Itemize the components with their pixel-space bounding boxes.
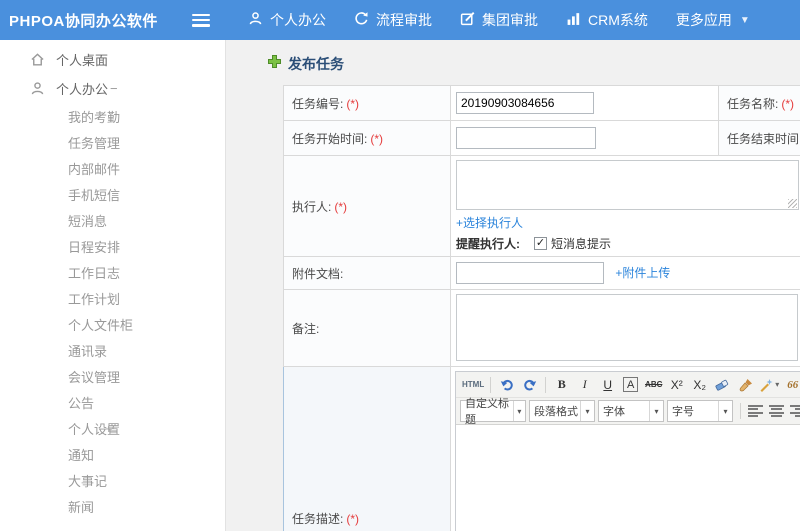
html-source-button[interactable]: HTML: [461, 375, 485, 395]
bold-button[interactable]: B: [551, 375, 572, 395]
nav-item-group-approval[interactable]: 集团审批: [446, 0, 552, 40]
font-family-select[interactable]: 字体 ▾: [598, 400, 664, 422]
field-label-start-time: 任务开始时间: (*): [283, 120, 451, 156]
sidebar-item-memorabilia[interactable]: 大事记: [0, 467, 225, 493]
sidebar-item-notice[interactable]: 通知: [0, 441, 225, 467]
publish-task-form: 任务编号:(*) 任务名称:(*) 任务开始时间:(*) 任务结束时间:(*): [283, 85, 800, 531]
field-label-end-time: 任务结束时间:(*): [718, 120, 800, 156]
sidebar-item-short-message[interactable]: 短消息: [0, 207, 225, 233]
sidebar-item-work-plan[interactable]: 工作计划: [0, 285, 225, 311]
page-title: 发布任务: [268, 54, 344, 74]
rich-text-editor: HTML B I U A ABC X² X₂ ▾ 66 自定义标题 ▾ 段落格式…: [455, 371, 800, 531]
caret-down-icon: ▾: [512, 401, 525, 421]
caret-down-icon: ▼: [739, 14, 750, 26]
subscript-button[interactable]: X₂: [689, 375, 710, 395]
sms-remind-option-label: 短消息提示: [551, 237, 612, 251]
bar-chart-icon: [566, 11, 588, 29]
sidebar-item-internal-mail[interactable]: 内部邮件: [0, 155, 225, 181]
home-icon: [30, 52, 46, 67]
editor-content-area[interactable]: [456, 425, 800, 531]
hamburger-icon[interactable]: [192, 13, 210, 27]
resize-grip[interactable]: [788, 199, 797, 208]
user-icon: [30, 81, 46, 96]
blockquote-button[interactable]: 66: [782, 375, 800, 395]
user-icon: [248, 11, 270, 29]
field-label-attachment: 附件文档:: [283, 256, 451, 290]
required-mark: (*): [370, 131, 384, 146]
field-label-remark: 备注:: [283, 289, 451, 367]
font-size-select[interactable]: 字号 ▾: [667, 400, 733, 422]
paragraph-format-select[interactable]: 段落格式 ▾: [529, 400, 595, 422]
remind-executor-label: 提醒执行人:: [456, 237, 520, 251]
field-label-description: 任务描述: (*): [283, 366, 451, 531]
sidebar: 个人桌面 个人办公 − 我的考勤 任务管理 内部邮件 手机短信 短消息 日程安排…: [0, 40, 226, 531]
align-right-icon[interactable]: [790, 405, 800, 417]
required-mark: (*): [334, 199, 348, 214]
expand-icon[interactable]: +: [105, 421, 113, 436]
editor-toolbar-row2: 自定义标题 ▾ 段落格式 ▾ 字体 ▾ 字号 ▾: [456, 398, 800, 426]
field-label-task-number: 任务编号: (*): [283, 85, 451, 121]
sidebar-item-meeting[interactable]: 会议管理: [0, 363, 225, 389]
sidebar-item-attendance[interactable]: 我的考勤: [0, 103, 225, 129]
sidebar-item-task-management[interactable]: 任务管理: [0, 129, 225, 155]
nav-item-crm[interactable]: CRM系统: [552, 0, 662, 40]
sidebar-item-news[interactable]: 新闻: [0, 493, 225, 519]
italic-button[interactable]: I: [574, 375, 595, 395]
redo-icon[interactable]: [519, 375, 540, 395]
plus-icon: [268, 55, 281, 73]
sidebar-item-contacts[interactable]: 通讯录: [0, 337, 225, 363]
attachment-upload-link[interactable]: +附件上传: [615, 266, 670, 280]
eraser-icon[interactable]: [712, 375, 733, 395]
sidebar-item-announcement[interactable]: 公告: [0, 389, 225, 415]
required-mark: (*): [346, 96, 360, 111]
format-brush-icon[interactable]: [735, 375, 756, 395]
nav-item-more-apps[interactable]: 更多应用 ▼: [662, 0, 764, 40]
sidebar-item-file-cabinet[interactable]: 个人文件柜: [0, 311, 225, 337]
strikethrough-button[interactable]: ABC: [643, 375, 664, 395]
custom-title-select[interactable]: 自定义标题 ▾: [460, 398, 526, 426]
remark-textarea[interactable]: [456, 294, 798, 361]
highlight-button[interactable]: A: [623, 377, 639, 392]
field-label-task-name: 任务名称: (*): [718, 85, 800, 121]
caret-down-icon: ▾: [649, 401, 663, 421]
sidebar-item-desktop[interactable]: 个人桌面: [0, 45, 225, 74]
choose-executor-link[interactable]: +选择执行人: [456, 216, 523, 230]
caret-down-icon: ▾: [580, 401, 594, 421]
align-left-icon[interactable]: [748, 405, 763, 417]
collapse-icon[interactable]: −: [110, 81, 118, 96]
undo-icon[interactable]: [496, 375, 517, 395]
app-logo: PHPOA协同办公软件: [9, 12, 158, 30]
magic-wand-icon[interactable]: ▾: [758, 375, 780, 395]
executor-textarea[interactable]: [456, 160, 799, 210]
sidebar-item-personal-settings[interactable]: 个人设置 +: [0, 415, 225, 441]
attachment-input[interactable]: [456, 262, 604, 284]
required-mark: (*): [346, 512, 360, 526]
sms-remind-checkbox[interactable]: ✓: [534, 237, 547, 250]
sidebar-item-schedule[interactable]: 日程安排: [0, 233, 225, 259]
sidebar-item-work-log[interactable]: 工作日志: [0, 259, 225, 285]
sidebar-item-sms[interactable]: 手机短信: [0, 181, 225, 207]
nav-item-process-approval[interactable]: 流程审批: [340, 0, 446, 40]
main-content: 发布任务 任务编号:(*) 任务名称:(*) 任务开始时间:(*): [226, 40, 800, 531]
process-approval-icon: [354, 11, 376, 29]
app-header: PHPOA协同办公软件 个人办公 流程审批 集团审批 CRM系统 更多应用 ▼: [0, 0, 800, 40]
task-number-input[interactable]: [456, 92, 594, 114]
caret-down-icon: ▾: [718, 401, 732, 421]
field-label-executor: 执行人: (*): [283, 155, 451, 257]
sidebar-item-personal-office[interactable]: 个人办公 −: [0, 74, 225, 103]
main-nav: 个人办公 流程审批 集团审批 CRM系统 更多应用 ▼: [234, 0, 764, 40]
required-mark: (*): [781, 96, 795, 111]
start-time-input[interactable]: [456, 127, 596, 149]
underline-button[interactable]: U: [597, 375, 618, 395]
align-center-icon[interactable]: [769, 405, 784, 417]
edit-square-icon: [460, 11, 482, 29]
nav-item-personal-office[interactable]: 个人办公: [234, 0, 340, 40]
caret-down-icon: ▾: [775, 380, 780, 389]
superscript-button[interactable]: X²: [666, 375, 687, 395]
